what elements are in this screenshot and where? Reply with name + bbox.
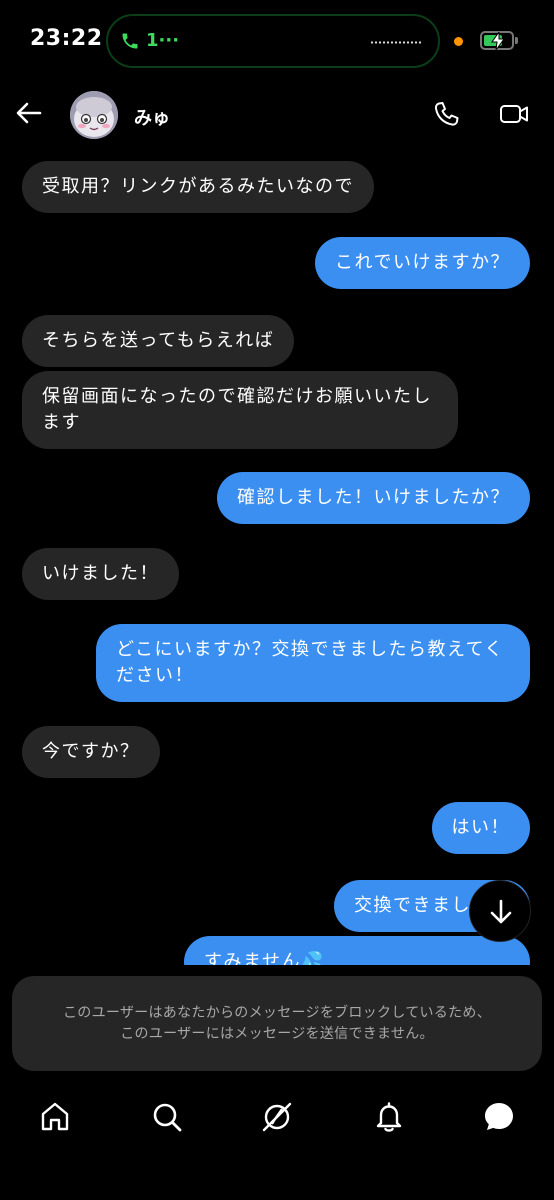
chat-header: みゅ <box>0 84 554 144</box>
home-icon[interactable] <box>38 1100 72 1134</box>
message-bubble-outgoing[interactable]: はい！ <box>431 802 530 854</box>
notifications-icon[interactable] <box>372 1100 406 1134</box>
explore-icon[interactable] <box>260 1100 294 1134</box>
status-time: 23:22 <box>30 26 103 51</box>
blocked-notice-line: このユーザーにはメッセージを送信できません。 <box>120 1026 434 1042</box>
mic-indicator-icon <box>454 37 463 46</box>
message-bubble-outgoing[interactable]: これでいけますか？ <box>315 237 530 289</box>
audio-waveform <box>370 41 422 44</box>
message-bubble-incoming[interactable]: いけました！ <box>22 548 179 600</box>
message-list[interactable]: 受取用？リンクがあるみたいなので これでいけますか？ そちらを送ってもらえれば … <box>0 150 554 965</box>
call-duration: 1··· <box>146 30 180 51</box>
messages-icon[interactable] <box>482 1100 516 1134</box>
arrow-down-icon <box>490 899 512 924</box>
dynamic-island-call[interactable]: 1··· <box>106 14 440 68</box>
status-bar: 23:22 1··· <box>0 0 554 80</box>
scroll-to-bottom-button[interactable] <box>469 880 531 942</box>
phone-icon[interactable] <box>430 98 462 130</box>
contact-name[interactable]: みゅ <box>134 104 170 130</box>
phone-call-icon <box>122 33 138 48</box>
message-bubble-incoming[interactable]: 保留画面になったので確認だけお願いいたし ます <box>22 371 458 449</box>
video-camera-icon[interactable] <box>498 98 530 130</box>
search-icon[interactable] <box>150 1100 184 1134</box>
message-bubble-incoming[interactable]: 今ですか？ <box>22 726 160 778</box>
avatar[interactable] <box>70 91 118 139</box>
charging-bolt-icon <box>491 32 505 50</box>
blocked-notice: このユーザーはあなたからのメッセージをブロックしているため、 このユーザーにはメ… <box>12 976 542 1071</box>
message-bubble-outgoing[interactable]: 確認しました！いけましたか？ <box>217 472 530 524</box>
message-bubble-incoming[interactable]: そちらを送ってもらえれば <box>22 315 295 367</box>
bottom-tab-bar <box>0 1090 554 1150</box>
blocked-notice-line: このユーザーはあなたからのメッセージをブロックしているため、 <box>62 1005 492 1021</box>
arrow-left-icon[interactable] <box>14 98 44 128</box>
message-bubble-outgoing[interactable]: どこにいますか？交換できましたら教えてく ださい！ <box>96 624 530 702</box>
message-bubble-incoming[interactable]: 受取用？リンクがあるみたいなので <box>22 161 374 213</box>
battery-icon <box>480 31 514 50</box>
battery-nub <box>515 37 518 44</box>
